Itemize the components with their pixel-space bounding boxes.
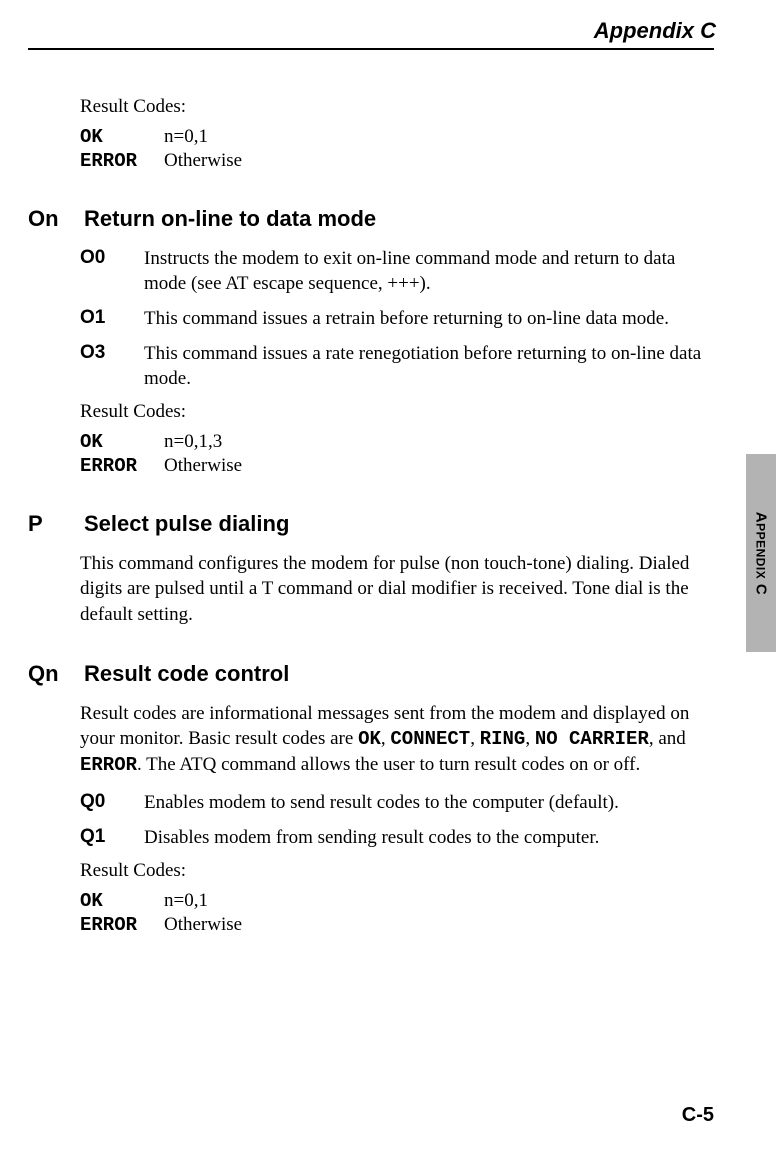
command-key: O3 [80, 341, 114, 391]
section-paragraph: This command configures the modem for pu… [80, 551, 714, 626]
result-row: OK n=0,1,3 [80, 431, 714, 453]
result-code: ERROR [80, 150, 146, 172]
result-codes-label: Result Codes: [80, 401, 714, 423]
side-tab: APPENDIX C [746, 454, 776, 652]
result-row: ERROR Otherwise [80, 914, 714, 936]
result-desc: n=0,1,3 [164, 431, 222, 453]
result-code: OK [80, 431, 146, 453]
result-code: ERROR [80, 914, 146, 936]
section-paragraph: Result codes are informational messages … [80, 701, 714, 778]
code-literal: CONNECT [390, 728, 470, 750]
section-code: On [28, 206, 62, 232]
command-row: O1 This command issues a retrain before … [80, 306, 714, 331]
result-desc: Otherwise [164, 150, 242, 172]
section-code: P [28, 511, 62, 537]
command-desc: Disables modem from sending result codes… [144, 825, 714, 850]
command-key: O1 [80, 306, 114, 331]
command-row: O0 Instructs the modem to exit on-line c… [80, 246, 714, 296]
command-row: Q1 Disables modem from sending result co… [80, 825, 714, 850]
command-key: O0 [80, 246, 114, 296]
section-heading: On Return on-line to data mode [28, 206, 714, 232]
result-codes-label: Result Codes: [80, 860, 714, 882]
section-heading: P Select pulse dialing [28, 511, 714, 537]
section-title: Result code control [84, 661, 289, 687]
code-literal: OK [358, 728, 381, 750]
section-code: Qn [28, 661, 62, 687]
result-desc: Otherwise [164, 455, 242, 477]
command-key: Q0 [80, 790, 114, 815]
command-row: O3 This command issues a rate renegotiat… [80, 341, 714, 391]
result-row: ERROR Otherwise [80, 150, 714, 172]
header-appendix: Appendix C [28, 18, 716, 44]
page-number: C-5 [682, 1104, 714, 1127]
code-literal: ERROR [80, 754, 137, 776]
command-desc: This command issues a retrain before ret… [144, 306, 714, 331]
code-literal: RING [480, 728, 526, 750]
result-row: OK n=0,1 [80, 890, 714, 912]
command-desc: Instructs the modem to exit on-line comm… [144, 246, 714, 296]
command-key: Q1 [80, 825, 114, 850]
result-desc: n=0,1 [164, 126, 208, 148]
side-tab-label: APPENDIX C [753, 511, 770, 595]
section-heading: Qn Result code control [28, 661, 714, 687]
result-code: OK [80, 890, 146, 912]
command-desc: Enables modem to send result codes to th… [144, 790, 714, 815]
command-row: Q0 Enables modem to send result codes to… [80, 790, 714, 815]
result-row: ERROR Otherwise [80, 455, 714, 477]
result-code: OK [80, 126, 146, 148]
code-literal: NO CARRIER [535, 728, 649, 750]
section-title: Select pulse dialing [84, 511, 289, 537]
para-part: . The ATQ command allows the user to tur… [137, 754, 640, 775]
result-codes-label: Result Codes: [80, 96, 714, 118]
result-code: ERROR [80, 455, 146, 477]
result-desc: Otherwise [164, 914, 242, 936]
header-rule [28, 48, 714, 50]
result-desc: n=0,1 [164, 890, 208, 912]
command-desc: This command issues a rate renegotiation… [144, 341, 714, 391]
result-row: OK n=0,1 [80, 126, 714, 148]
section-title: Return on-line to data mode [84, 206, 376, 232]
